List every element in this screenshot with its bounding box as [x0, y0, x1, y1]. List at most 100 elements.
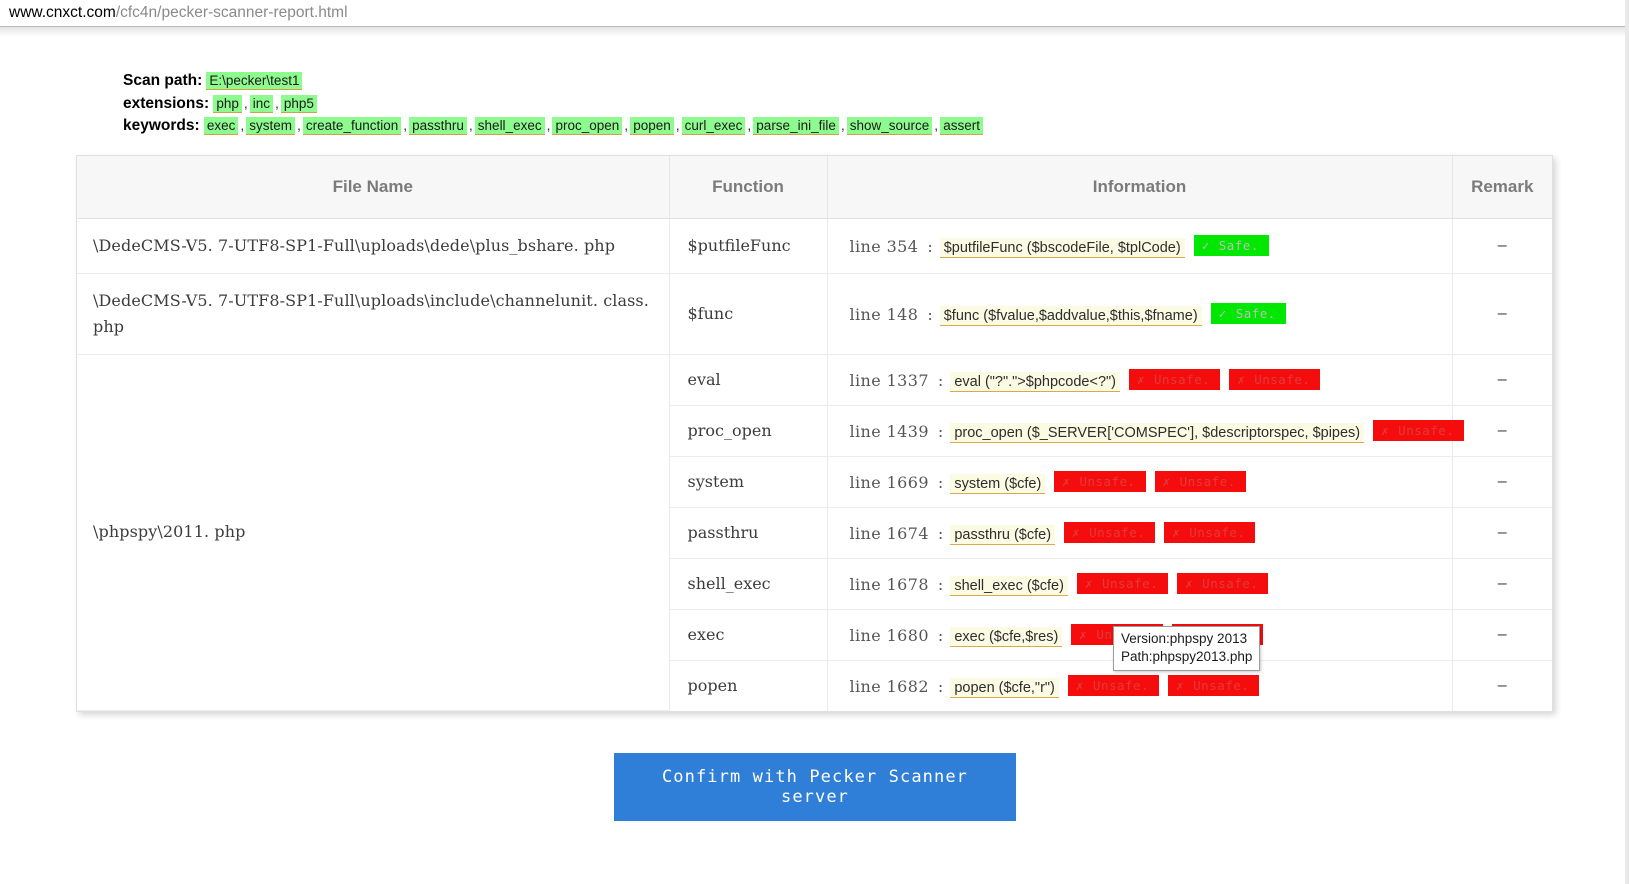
- tooltip-version-line: Version:phpspy 2013: [1121, 631, 1248, 646]
- cell-function: $putfileFunc: [669, 218, 828, 274]
- badge-label: Unsafe.: [1092, 677, 1150, 693]
- cell-file-name: \DedeCMS-V5. 7-UTF8-SP1-Full\uploads\inc…: [77, 273, 670, 355]
- cell-file-name: \DedeCMS-V5. 7-UTF8-SP1-Full\uploads\ded…: [77, 218, 670, 274]
- cell-information: line 354: $putfileFunc ($bscodeFile, $tpl…: [827, 218, 1453, 274]
- line-number: line 1678: [849, 574, 929, 594]
- keyword-chip: popen: [630, 117, 674, 135]
- cell-function: proc_open: [669, 405, 828, 457]
- cell-function: passthru: [669, 507, 828, 559]
- extensions-separator: ,: [243, 94, 248, 111]
- cell-information: line 1337: eval ("?".">$phpcode<?") ✗ Unsaf…: [827, 354, 1453, 406]
- check-icon: ✓: [1201, 237, 1210, 253]
- cell-remark: –: [1452, 218, 1552, 274]
- url-bar-shadow: [0, 27, 1629, 36]
- cell-remark: –: [1452, 354, 1552, 406]
- line-colon: :: [927, 304, 933, 324]
- keyword-chip: shell_exec: [474, 117, 545, 135]
- cross-icon: ✗: [1176, 677, 1185, 693]
- keyword-chip: system: [246, 117, 296, 135]
- unsafe-badge[interactable]: ✗ Unsafe.: [1229, 368, 1321, 390]
- browser-url-bar[interactable]: www.cnxct.com/cfc4n/pecker-scanner-repor…: [0, 0, 1629, 27]
- line-colon: :: [937, 625, 944, 645]
- cell-information: line 1669: system ($cfe) ✗ Unsafe. ✗ Unsafe.: [827, 456, 1453, 508]
- extension-chip: php5: [280, 94, 317, 113]
- unsafe-badge[interactable]: ✗ Unsafe.: [1076, 572, 1169, 594]
- footer-button-row: Confirm with Pecker Scanner server: [0, 753, 1629, 821]
- extensions-label: extensions:: [123, 94, 210, 112]
- table-header-row: File Name Function Information Remark: [77, 155, 1552, 219]
- code-snippet: system ($cfe): [950, 473, 1046, 494]
- badge-label: Safe.: [1218, 237, 1259, 253]
- code-snippet: popen ($cfe,"r"): [950, 677, 1059, 698]
- extension-chip: inc: [249, 94, 273, 113]
- line-colon: :: [937, 472, 944, 492]
- badge-label: Unsafe.: [1089, 524, 1146, 540]
- cell-remark: –: [1452, 507, 1552, 559]
- cell-function: shell_exec: [669, 558, 828, 610]
- keywords-separator: ,: [403, 117, 408, 133]
- unsafe-badge[interactable]: ✗ Unsafe.: [1164, 521, 1256, 543]
- url-host: www.cnxct.com: [9, 4, 116, 21]
- confirm-with-pecker-scanner-server-button[interactable]: Confirm with Pecker Scanner server: [614, 753, 1016, 821]
- cross-icon: ✗: [1084, 575, 1093, 591]
- column-header-information: Information: [827, 155, 1453, 219]
- cell-function: system: [669, 456, 828, 508]
- keyword-chip: show_source: [846, 117, 933, 135]
- line-number: line 1680: [849, 625, 929, 645]
- line-number: line 1669: [849, 472, 929, 492]
- report-table: File Name Function Information Remark \D…: [77, 155, 1552, 712]
- column-header-function: Function: [669, 155, 828, 219]
- table-row: \phpspy\2011. php eval line 1337: eval ("?"…: [77, 354, 1552, 711]
- keyword-chip: assert: [940, 117, 983, 135]
- line-colon: :: [927, 236, 933, 256]
- cross-icon: ✗: [1136, 371, 1146, 387]
- extension-chip: php: [213, 94, 242, 113]
- scan-path-row: Scan path: E:\pecker\test1: [123, 70, 1629, 92]
- unsafe-badge[interactable]: ✗ Unsafe.: [1064, 521, 1156, 543]
- table-row: \DedeCMS-V5. 7-UTF8-SP1-Full\uploads\ded…: [77, 218, 1552, 274]
- safe-badge[interactable]: ✓ Safe.: [1193, 234, 1269, 256]
- unsafe-badge[interactable]: ✗ Unsafe.: [1168, 674, 1260, 696]
- keywords-list: exec, system, create_function, passthru, she…: [203, 117, 983, 135]
- cross-icon: ✗: [1072, 524, 1081, 540]
- scan-path-label: Scan path:: [123, 72, 203, 89]
- cell-function: popen: [669, 660, 828, 711]
- cell-information: line 1674: passthru ($cfe) ✗ Unsafe. ✗ Unsafe…: [827, 507, 1453, 559]
- line-colon: :: [937, 523, 944, 543]
- cross-icon: ✗: [1237, 371, 1246, 387]
- code-snippet: eval ("?".">$phpcode<?"): [950, 371, 1120, 392]
- page-right-edge: [1625, 0, 1629, 884]
- keyword-chip: passthru: [409, 117, 467, 135]
- cell-remark: –: [1452, 456, 1552, 508]
- code-snippet: $putfileFunc ($bscodeFile, $tplCode): [939, 237, 1185, 258]
- badge-label: Unsafe.: [1254, 371, 1311, 387]
- tooltip-path-line: Path:phpspy2013.php: [1121, 649, 1253, 664]
- unsafe-badge[interactable]: ✗ Unsafe.: [1067, 674, 1160, 696]
- line-number: line 1439: [849, 421, 929, 441]
- cell-remark: –: [1452, 558, 1552, 610]
- line-number: line 1337: [849, 370, 929, 390]
- extensions-row: extensions: php, inc, php5: [123, 93, 1629, 115]
- badge-label: Unsafe.: [1189, 524, 1246, 540]
- unsafe-badge[interactable]: ✗ Unsafe.: [1128, 368, 1221, 390]
- keyword-chip: create_function: [302, 117, 402, 135]
- badge-label: Unsafe.: [1101, 575, 1159, 591]
- unsafe-badge[interactable]: ✗ Unsafe.: [1154, 470, 1246, 492]
- keywords-separator: ,: [934, 117, 939, 133]
- cross-icon: ✗: [1079, 626, 1088, 642]
- safe-badge[interactable]: ✓ Safe.: [1210, 302, 1286, 324]
- cell-remark: –: [1452, 609, 1552, 661]
- code-snippet: exec ($cfe,$res): [950, 626, 1063, 647]
- cell-remark: –: [1497, 676, 1507, 694]
- unsafe-badge[interactable]: ✗ Unsafe.: [1177, 572, 1269, 594]
- line-number: line 354: [849, 236, 919, 256]
- check-icon: ✓: [1218, 305, 1227, 321]
- version-tooltip: Version:phpspy 2013 Path:phpspy2013.php: [1113, 626, 1261, 671]
- url-path: /cfc4n/pecker-scanner-report.html: [115, 4, 348, 21]
- keyword-chip: parse_ini_file: [753, 117, 839, 135]
- unsafe-badge[interactable]: ✗ Unsafe.: [1054, 470, 1146, 492]
- badge-label: Unsafe.: [1193, 677, 1250, 693]
- cell-remark: –: [1452, 273, 1552, 355]
- column-header-file-name: File Name: [77, 155, 670, 219]
- unsafe-badge[interactable]: ✗ Unsafe.: [1373, 419, 1465, 441]
